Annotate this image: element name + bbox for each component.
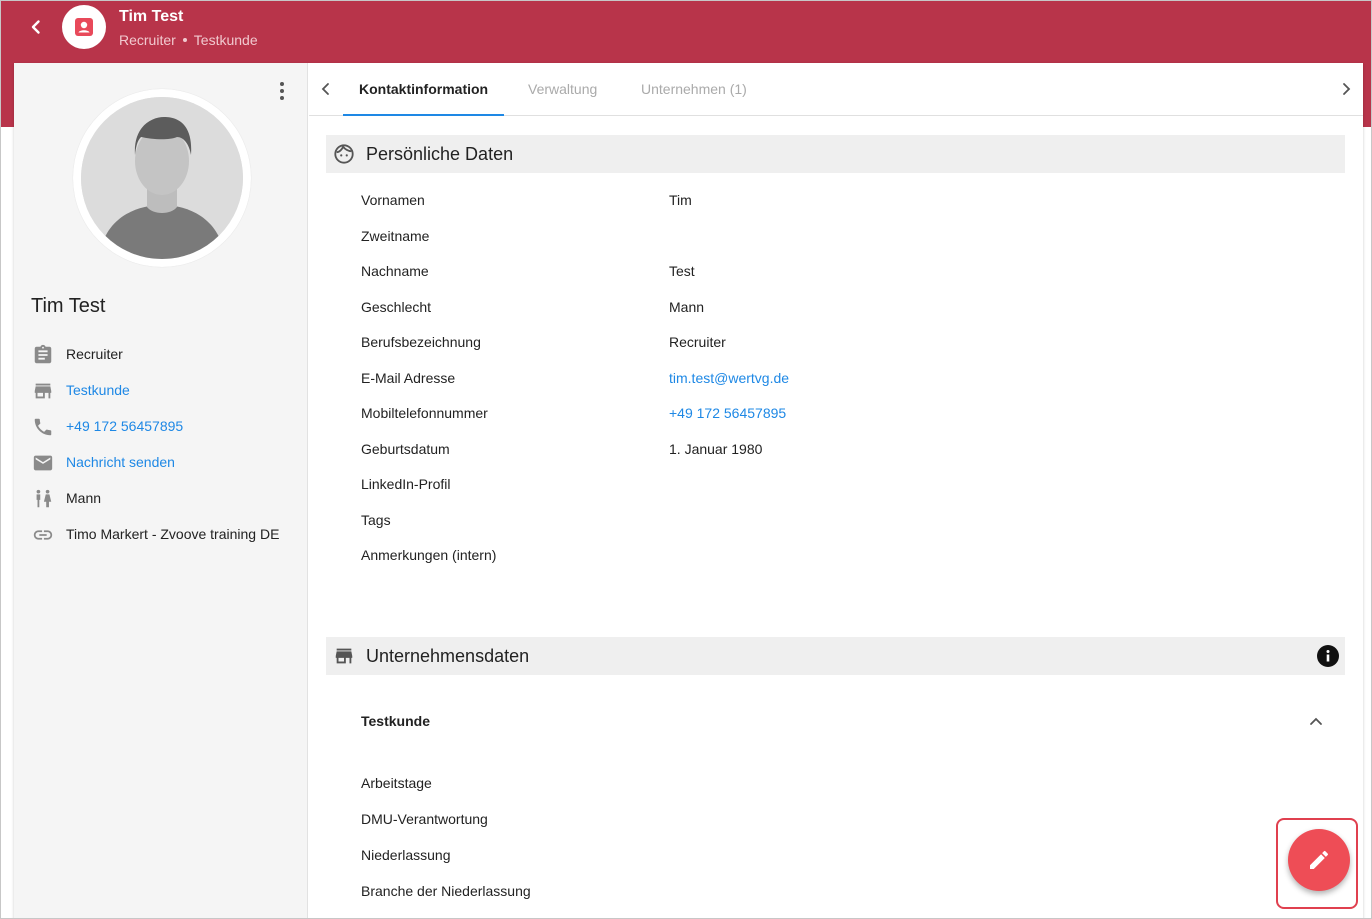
info-item-message: Nachricht senden — [31, 453, 291, 489]
field-label: Tags — [361, 512, 391, 528]
edit-button[interactable] — [1288, 829, 1350, 891]
field-value: Tim — [669, 192, 692, 208]
header-contact-icon — [62, 5, 106, 49]
field-label: E-Mail Adresse — [361, 370, 456, 386]
field-label: Branche der Niederlassung — [361, 883, 531, 899]
company-data-header: Unternehmensdaten — [326, 637, 1345, 675]
profile-sidebar: Tim Test Recruiter Testkunde +49 172 564… — [14, 63, 308, 918]
info-item-phone: +49 172 56457895 — [31, 417, 291, 453]
company-link[interactable]: Testkunde — [66, 379, 130, 401]
tab-unternehmen[interactable]: Unternehmen (1) — [641, 63, 747, 116]
clipboard-icon — [31, 343, 55, 367]
phone-icon — [31, 415, 55, 439]
tab-kontaktinformation[interactable]: Kontaktinformation — [342, 63, 505, 116]
field-label: Niederlassung — [361, 847, 451, 863]
tab-scroll-left-button[interactable] — [314, 77, 338, 101]
info-item-owner: Timo Markert - Zvoove training DE — [31, 525, 291, 561]
owner-text: Timo Markert - Zvoove training DE — [66, 526, 280, 542]
link-icon — [31, 523, 55, 547]
breadcrumb: Recruiter Testkunde — [119, 32, 258, 48]
face-icon — [332, 142, 356, 166]
gender-icon — [31, 487, 55, 511]
field-label: Arbeitstage — [361, 775, 432, 791]
tab-verwaltung[interactable]: Verwaltung — [528, 63, 597, 116]
chevron-right-icon — [1343, 83, 1351, 95]
field-value: 1. Januar 1980 — [669, 441, 763, 457]
contact-card: Tim Test Recruiter Testkunde +49 172 564… — [14, 63, 1363, 918]
send-message-link[interactable]: Nachricht senden — [66, 451, 175, 473]
field-label: Geburtsdatum — [361, 441, 450, 457]
profile-picture — [73, 89, 251, 267]
personal-data-title: Persönliche Daten — [366, 143, 514, 164]
separator-dot — [182, 38, 187, 42]
chevron-left-icon — [321, 83, 329, 95]
field-label: Mobiltelefonnummer — [361, 405, 488, 421]
main-content: Kontaktinformation Verwaltung Unternehme… — [309, 63, 1363, 918]
tab-scroll-right-button[interactable] — [1334, 77, 1358, 101]
email-link[interactable]: tim.test@wertvg.de — [669, 370, 789, 386]
mobile-link[interactable]: +49 172 56457895 — [669, 405, 786, 421]
pencil-icon — [1310, 850, 1329, 869]
mail-icon — [31, 451, 55, 475]
field-label: DMU-Verantwortung — [361, 811, 488, 827]
info-item-job: Recruiter — [31, 343, 291, 381]
field-label: Berufsbezeichnung — [361, 334, 481, 350]
field-label: Zweitname — [361, 228, 430, 244]
field-label: Anmerkungen (intern) — [361, 547, 497, 563]
back-button[interactable] — [23, 14, 49, 40]
phone-link[interactable]: +49 172 56457895 — [66, 415, 183, 437]
field-value: Recruiter — [669, 334, 726, 350]
store-icon — [31, 379, 55, 403]
breadcrumb-role: Recruiter — [119, 32, 176, 48]
field-label: Nachname — [361, 263, 429, 279]
breadcrumb-company: Testkunde — [193, 32, 258, 48]
chevron-left-icon — [31, 20, 40, 34]
personal-data-header: Persönliche Daten — [326, 135, 1345, 173]
chevron-up-icon — [1310, 717, 1322, 725]
avatar-silhouette-icon — [81, 97, 243, 259]
gender-text: Mann — [66, 490, 102, 506]
field-label: LinkedIn-Profil — [361, 476, 451, 492]
page-title: Tim Test — [119, 8, 184, 25]
app-window: Tim Test Recruiter Testkunde Tim Test Re… — [0, 0, 1372, 919]
company-name: Testkunde — [361, 713, 430, 729]
company-data-title: Unternehmensdaten — [366, 645, 530, 666]
info-icon[interactable] — [1317, 645, 1339, 667]
field-value: Test — [669, 263, 695, 279]
contact-info-list: Recruiter Testkunde +49 172 56457895 Nac… — [31, 343, 291, 561]
collapse-button[interactable] — [1305, 710, 1327, 732]
contact-name: Tim Test — [31, 295, 106, 317]
info-item-gender: Mann — [31, 489, 291, 525]
store-icon — [332, 644, 356, 668]
more-options-icon[interactable] — [272, 81, 292, 101]
info-item-company: Testkunde — [31, 381, 291, 417]
job-title-text: Recruiter — [66, 346, 123, 362]
field-label: Geschlecht — [361, 299, 432, 315]
field-value: Mann — [669, 299, 705, 315]
field-label: Vornamen — [361, 192, 425, 208]
tab-bar: Kontaktinformation Verwaltung Unternehme… — [309, 63, 1363, 116]
